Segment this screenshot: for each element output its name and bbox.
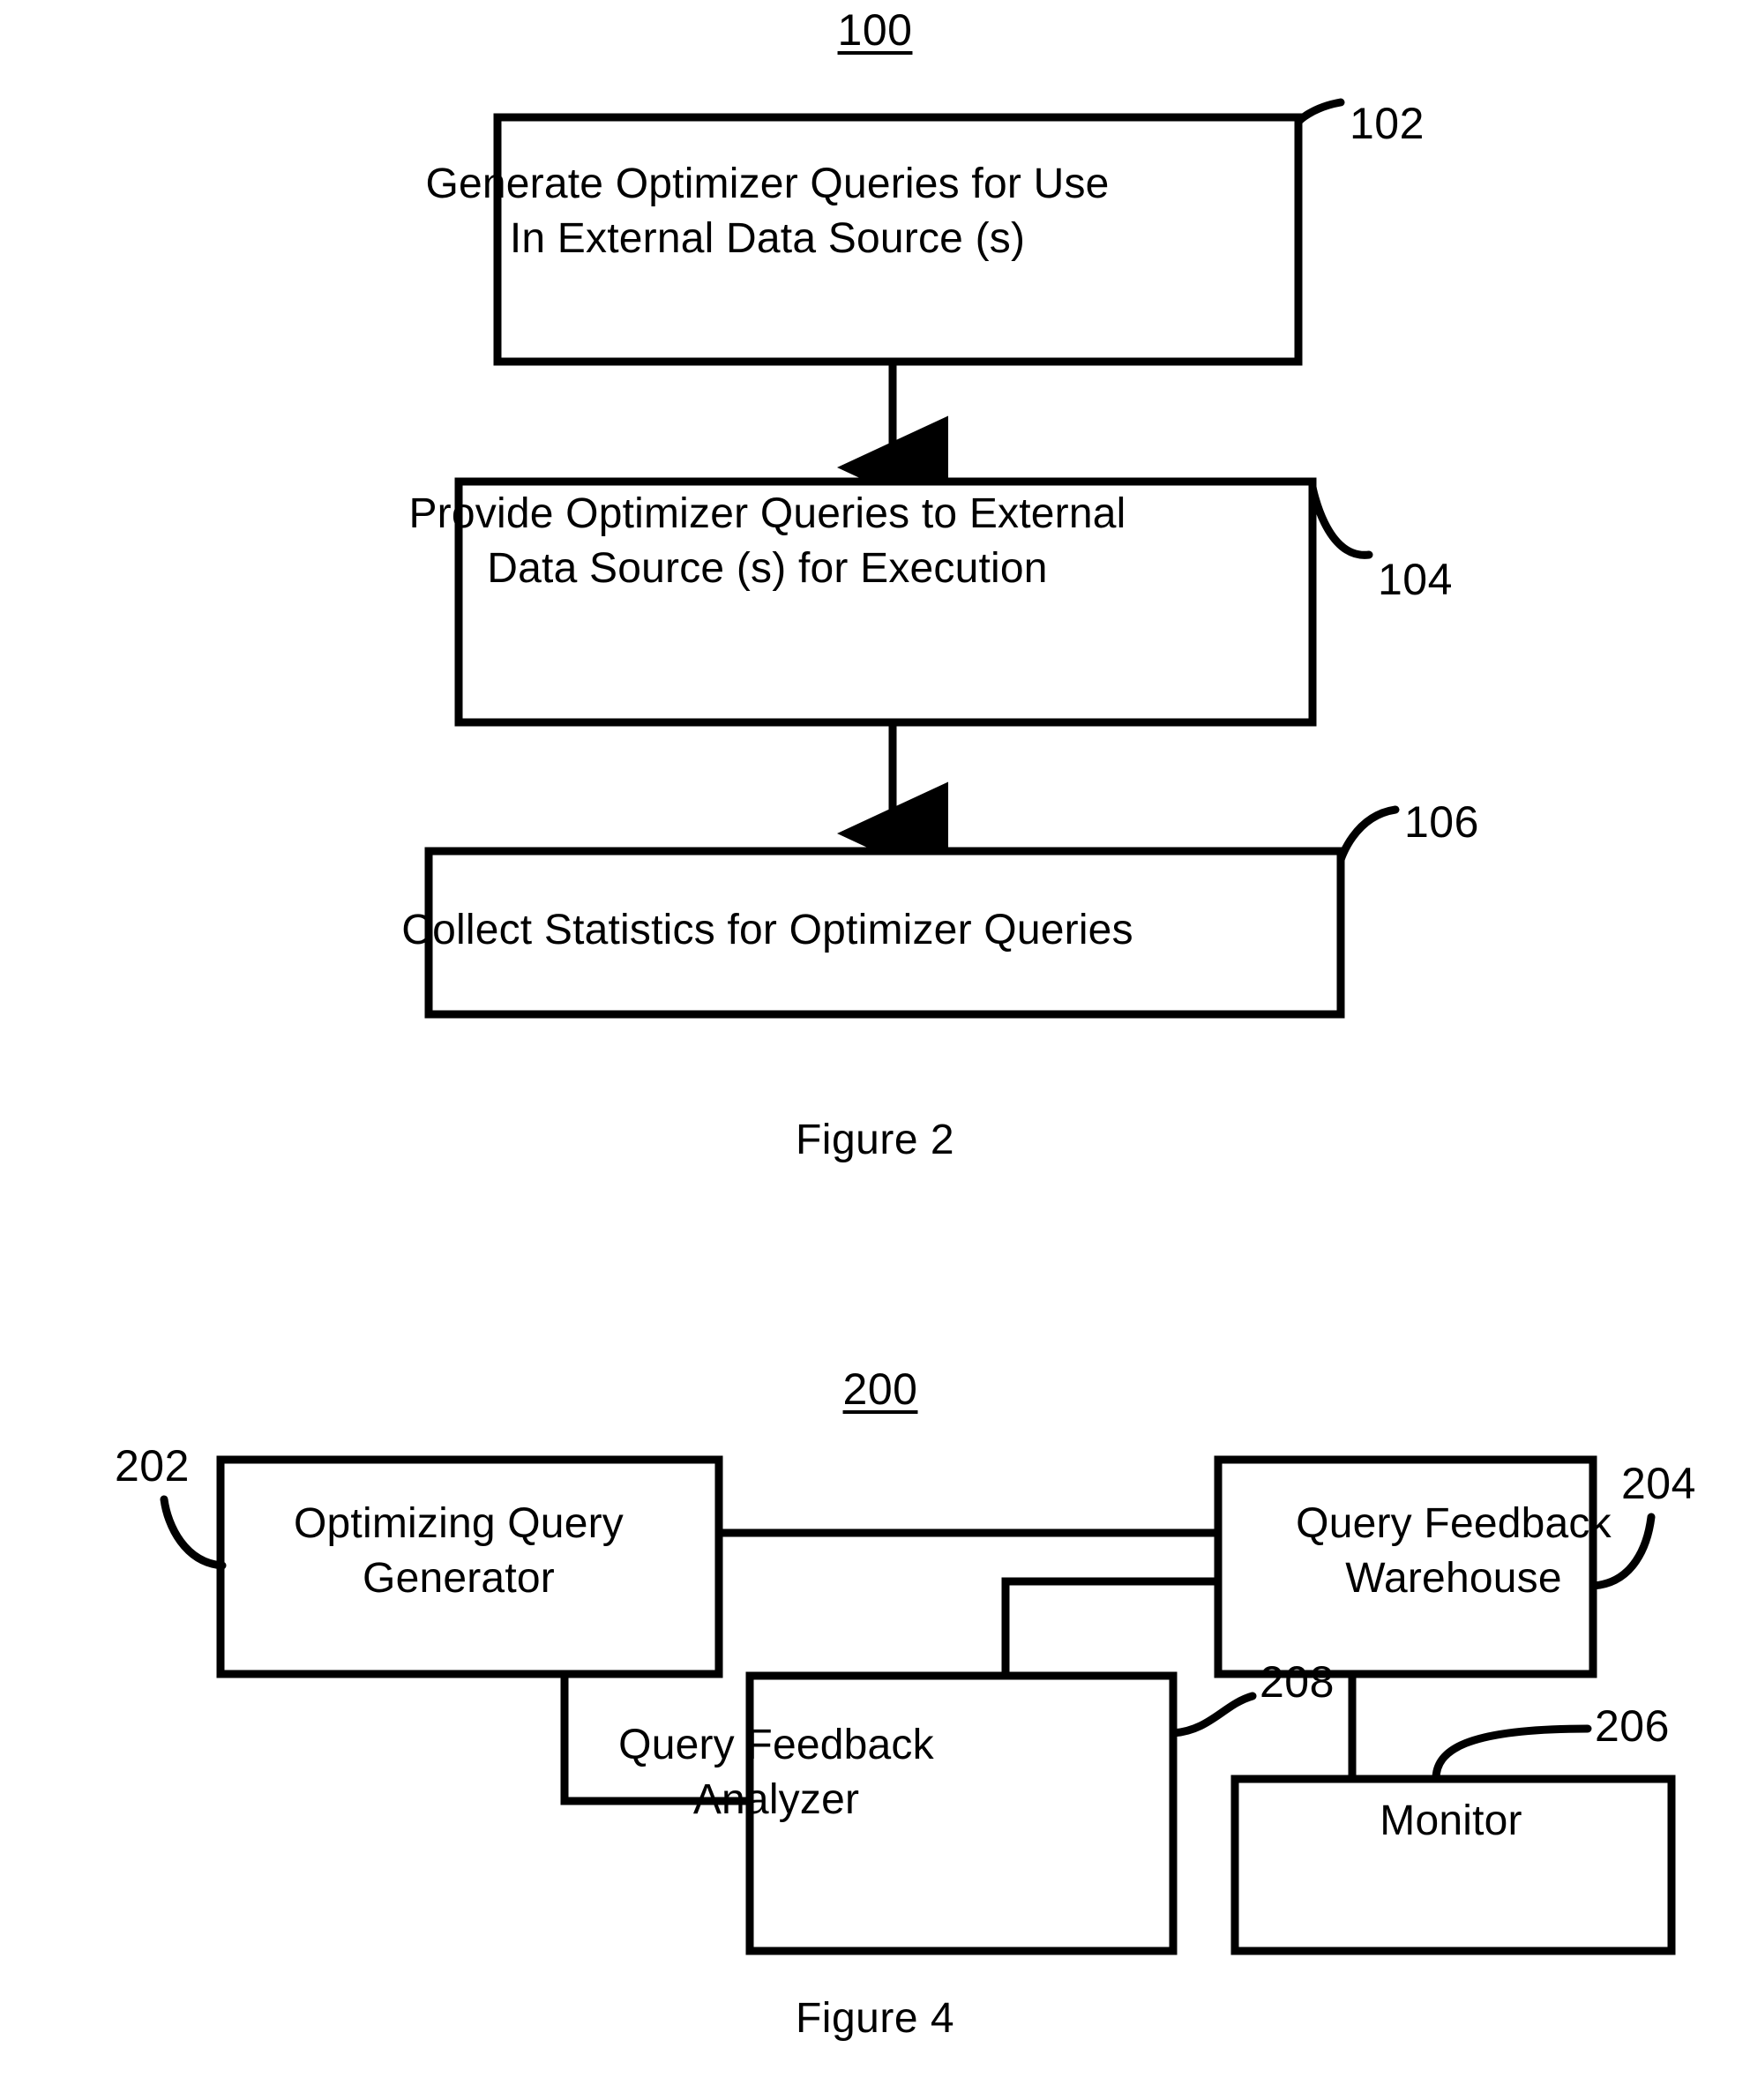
patent-drawing-sheet: 100 Generate Optimizer Queries for Use I…	[0, 0, 1750, 2100]
connector-208-204	[1001, 1577, 1218, 1676]
leader-line-106	[1336, 805, 1400, 864]
figure-2-reference-numeral: 100	[837, 5, 913, 55]
block-box-204-label: Query Feedback Warehouse	[1296, 1500, 1612, 1603]
leader-line-102	[1294, 98, 1345, 126]
block-box-208-label: Query Feedback Analyzer	[618, 1722, 934, 1824]
leader-line-208	[1169, 1692, 1257, 1738]
callout-number-102: 102	[1350, 99, 1425, 148]
leader-line-104	[1308, 482, 1373, 559]
step-box-106-label: Collect Statistics for Optimizer Queries	[401, 907, 1133, 953]
figure-4-caption: Figure 4	[795, 1995, 955, 2042]
block-box-206-label: Monitor	[1380, 1797, 1522, 1844]
figure-2-caption: Figure 2	[795, 1117, 955, 1163]
step-box-104-label: Provide Optimizer Queries to External Da…	[408, 490, 1126, 593]
callout-number-202: 202	[115, 1441, 190, 1491]
figure-4-reference-numeral: 200	[842, 1364, 918, 1414]
callout-number-104: 104	[1378, 555, 1453, 604]
callout-number-106: 106	[1404, 797, 1479, 847]
leader-line-202	[160, 1495, 227, 1570]
leader-line-206	[1432, 1724, 1592, 1783]
step-box-102-label: Generate Optimizer Queries for Use In Ex…	[425, 161, 1110, 263]
callout-number-206: 206	[1595, 1701, 1670, 1751]
block-box-202-label: Optimizing Query Generator	[294, 1500, 624, 1603]
callout-number-208: 208	[1260, 1657, 1335, 1707]
callout-number-204: 204	[1621, 1459, 1696, 1508]
